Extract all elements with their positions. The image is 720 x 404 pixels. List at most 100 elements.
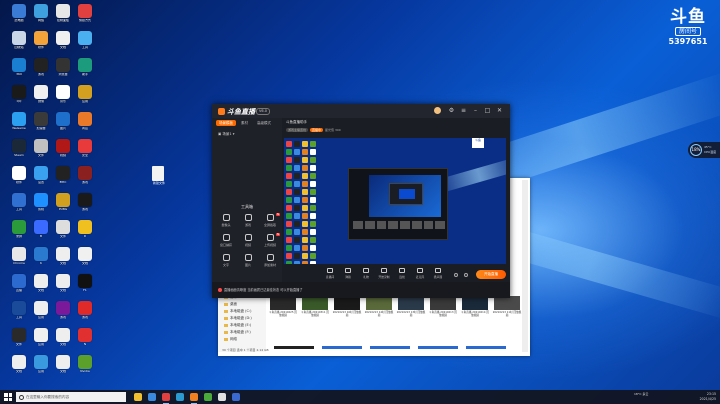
desktop-icon[interactable]: 直播: [8, 274, 30, 296]
control-button[interactable]: 礼物: [358, 268, 374, 282]
taskbar-app-icon[interactable]: [148, 393, 156, 401]
stream-preview[interactable]: 斗鱼: [284, 138, 506, 264]
desktop-icon[interactable]: 加速器: [30, 112, 52, 134]
desktop-icon[interactable]: 文档: [52, 274, 74, 296]
settings-icon[interactable]: [464, 273, 468, 277]
control-button[interactable]: 直播间: [322, 268, 338, 282]
nav-item[interactable]: 本地磁盘 (E:): [224, 322, 251, 328]
taskbar-app-icon[interactable]: [176, 393, 184, 401]
video-thumbnail[interactable]: 斗鱼直播 20210311 回放视频: [301, 296, 329, 320]
desktop-icon[interactable]: 软件: [8, 166, 30, 188]
desktop-file-icon[interactable]: 新建文件: [148, 166, 170, 190]
tab-0[interactable]: 场景模板: [216, 120, 236, 126]
desktop-icon[interactable]: 图片: [52, 112, 74, 134]
desktop-icon[interactable]: 文件: [30, 139, 52, 161]
taskbar-app-icon[interactable]: [204, 393, 212, 401]
desktop-icon[interactable]: Nvidia: [74, 355, 96, 377]
desktop-icon[interactable]: 应用: [30, 328, 52, 350]
desktop-icon[interactable]: Steam: [8, 139, 30, 161]
video-thumbnail[interactable]: 20210213 16时 回放视频: [333, 296, 361, 320]
desktop-icon[interactable]: 录屏: [8, 220, 30, 242]
desktop-icon[interactable]: 软件: [30, 31, 52, 53]
video-thumbnail[interactable]: 20210213 13时 回放视频: [397, 296, 425, 320]
explorer-scrollbar[interactable]: [522, 180, 528, 352]
desktop-icon[interactable]: 文档: [52, 328, 74, 350]
desktop-icon[interactable]: 设置: [30, 166, 52, 188]
cpu-monitor-widget[interactable]: 18% 45°C CPU温度: [688, 142, 720, 158]
control-button[interactable]: 麦克风: [412, 268, 428, 282]
tool-button[interactable]: 游戏: [238, 214, 258, 230]
desktop-icon[interactable]: N: [74, 328, 96, 350]
settings-icon[interactable]: ⚙: [448, 107, 455, 114]
desktop-icon[interactable]: 工具: [74, 31, 96, 53]
desktop-icon[interactable]: 游戏: [30, 58, 52, 80]
douyu-stream-window[interactable]: 斗鱼直播 V6.0 ⚙ ≡ – □ ✕ 场景模板 素材 高级模式 ▣ 场景1 ▾ 工…: [212, 104, 510, 298]
desktop-icon[interactable]: K: [30, 247, 52, 269]
control-button[interactable]: 弹幕: [340, 268, 356, 282]
tool-button[interactable]: 添加素材: [260, 254, 280, 270]
nav-item[interactable]: 本地磁盘 (D:): [224, 315, 252, 321]
close-icon[interactable]: ✕: [496, 107, 503, 114]
tool-button[interactable]: 文字: [216, 254, 236, 270]
desktop-icon[interactable]: 浏览器: [52, 58, 74, 80]
desktop-icon[interactable]: 文档: [52, 31, 74, 53]
desktop-icon[interactable]: 助手: [74, 58, 96, 80]
desktop-icon[interactable]: 游戏: [74, 301, 96, 323]
desktop-icon[interactable]: 文档: [74, 247, 96, 269]
desktop-icon[interactable]: 回收站: [8, 31, 30, 53]
video-thumbnail[interactable]: 斗鱼直播 20210225 回放视频: [269, 296, 297, 320]
desktop-icon[interactable]: 快捷方式: [74, 4, 96, 26]
desktop-icon[interactable]: 控制面板: [52, 4, 74, 26]
desktop-icon[interactable]: 此电脑: [8, 4, 30, 26]
camera-icon[interactable]: [454, 273, 458, 277]
desktop-icon[interactable]: 视频: [52, 139, 74, 161]
nav-item[interactable]: 桌面: [224, 301, 237, 307]
tool-button[interactable]: 窗口捕获: [216, 234, 236, 250]
avatar[interactable]: [434, 107, 441, 114]
nav-item[interactable]: 本地磁盘 (C:): [224, 308, 251, 314]
taskbar-app-icon[interactable]: [190, 393, 198, 404]
desktop-icon[interactable]: 剪辑: [30, 193, 52, 215]
tool-button[interactable]: 全屏截取 N: [260, 213, 280, 230]
taskbar-app-icon[interactable]: [232, 393, 240, 401]
desktop-icon[interactable]: 商店: [74, 112, 96, 134]
desktop-icon[interactable]: EPIC: [52, 166, 74, 188]
video-thumbnail[interactable]: 斗鱼直播 20210213 回放视频: [429, 296, 457, 320]
desktop-icon[interactable]: 文档: [52, 247, 74, 269]
nav-item[interactable]: 本地磁盘 (F:): [224, 329, 251, 335]
version-badge[interactable]: V6.0: [256, 108, 270, 115]
tab-2[interactable]: 高级模式: [254, 120, 274, 126]
desktop-icon[interactable]: 文档: [52, 355, 74, 377]
desktop-icon[interactable]: 360: [8, 58, 30, 80]
desktop-icon[interactable]: WeGame: [8, 112, 30, 134]
desktop-icon[interactable]: 文档: [8, 355, 30, 377]
control-button[interactable]: 扬声器: [430, 268, 446, 282]
desktop-icon[interactable]: 网络: [30, 4, 52, 26]
minimize-icon[interactable]: –: [472, 107, 479, 114]
tab-1[interactable]: 素材: [238, 120, 251, 126]
desktop-icon[interactable]: B: [30, 220, 52, 242]
search-input[interactable]: 在这里输入你要搜索的内容: [16, 392, 126, 402]
desktop-icon[interactable]: 微信: [30, 85, 52, 107]
clock[interactable]: 23:15 2021/4/25: [700, 392, 716, 402]
desktop-icon[interactable]: PUBG: [52, 193, 74, 215]
start-live-button[interactable]: 开始直播: [476, 270, 506, 279]
desktop-icon[interactable]: Chrome: [8, 247, 30, 269]
video-thumbnail[interactable]: 20210213 14时 回放视频: [365, 296, 393, 320]
tool-button[interactable]: 摄像头: [216, 214, 236, 230]
taskbar-app-icon[interactable]: [218, 393, 226, 401]
tool-button[interactable]: 上传视频 N: [260, 233, 280, 250]
desktop-icon[interactable]: F1: [74, 274, 96, 296]
desktop-icon[interactable]: 工具: [8, 193, 30, 215]
desktop-icon[interactable]: 文件: [52, 220, 74, 242]
maximize-icon[interactable]: □: [484, 107, 491, 114]
desktop-icon[interactable]: 文档: [30, 274, 52, 296]
desktop-icon[interactable]: 游戏: [52, 301, 74, 323]
desktop-icon[interactable]: D: [74, 220, 96, 242]
start-button[interactable]: [4, 393, 12, 401]
category-pill[interactable]: 游戏主播连线: [286, 128, 309, 132]
desktop-icon[interactable]: QQ: [8, 85, 30, 107]
video-thumbnail[interactable]: 20210213 11时 回放视频: [493, 296, 521, 320]
taskbar-app-icon[interactable]: [134, 393, 142, 401]
scene-selector[interactable]: ▣ 场景1 ▾: [218, 132, 235, 137]
